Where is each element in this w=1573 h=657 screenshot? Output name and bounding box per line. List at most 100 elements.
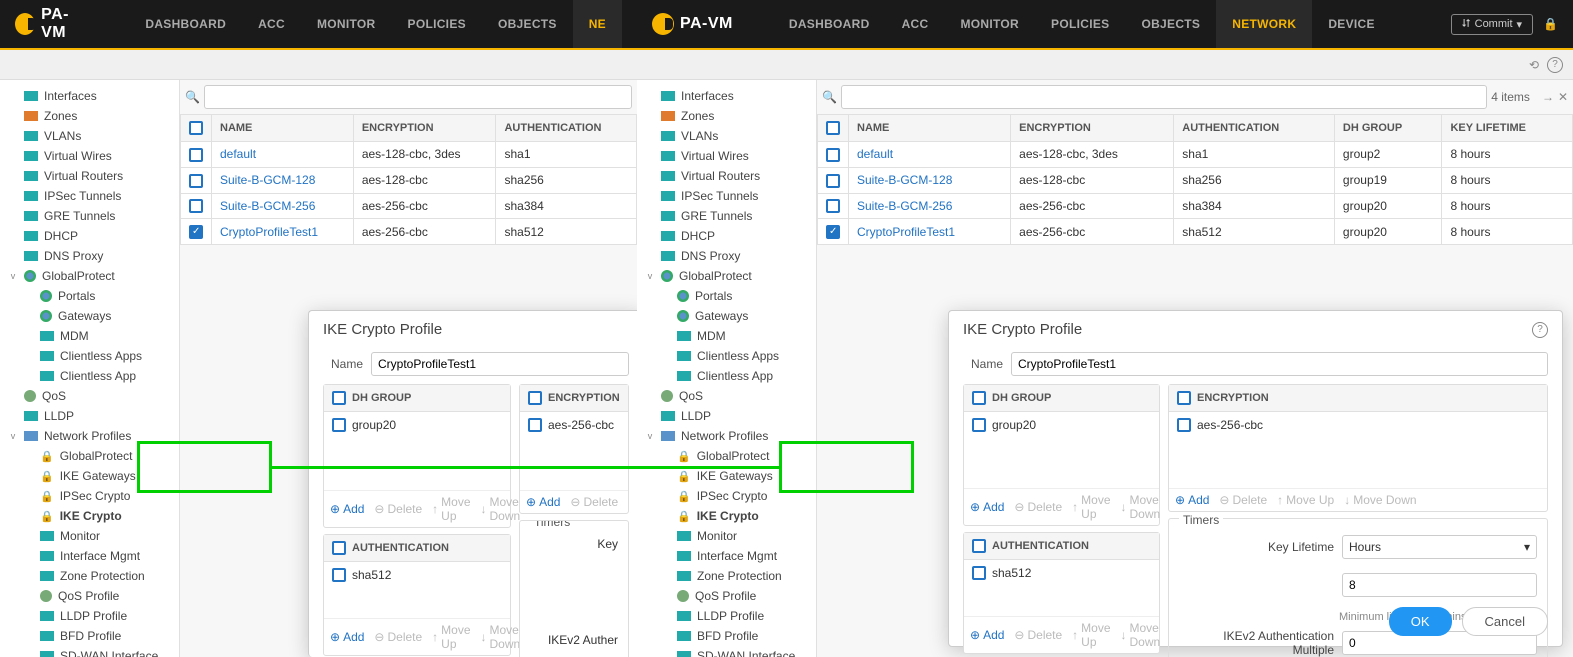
sidebar-item-gateways[interactable]: Gateways [637, 306, 816, 326]
row-checkbox[interactable] [826, 174, 840, 188]
col-header[interactable]: NAME [212, 115, 354, 142]
profile-name-link[interactable]: default [212, 142, 354, 168]
nav-acc[interactable]: ACC [242, 0, 301, 48]
dh-moveup-button[interactable]: ↑ Move Up [1072, 493, 1110, 521]
enc-row-check[interactable] [528, 418, 542, 432]
sidebar-item-interface-mgmt[interactable]: Interface Mgmt [0, 546, 179, 566]
sidebar-item-globalprotect[interactable]: 🔒GlobalProtect [637, 446, 816, 466]
auth-row-check[interactable] [972, 566, 986, 580]
nav-device[interactable]: DEVICE [1312, 0, 1390, 48]
name-input[interactable] [1011, 352, 1548, 376]
help-icon[interactable]: ? [1547, 57, 1563, 73]
search-input[interactable] [841, 85, 1487, 109]
profile-name-link[interactable]: Suite-B-GCM-128 [849, 167, 1011, 193]
sidebar-item-qos[interactable]: QoS [637, 386, 816, 406]
sidebar-item-ipsec-tunnels[interactable]: IPSec Tunnels [0, 186, 179, 206]
sidebar-item-portals[interactable]: Portals [0, 286, 179, 306]
nav-acc[interactable]: ACC [886, 0, 945, 48]
forward-icon[interactable]: → [1542, 90, 1554, 104]
sidebar-item-virtual-wires[interactable]: Virtual Wires [0, 146, 179, 166]
auth-movedown-button[interactable]: ↓ Move Down [1121, 621, 1161, 649]
auth-row-check[interactable] [332, 568, 346, 582]
enc-delete-button[interactable]: ⊖ Delete [1219, 493, 1267, 507]
auth-add-button[interactable]: ⊕ Add [330, 630, 364, 644]
sidebar-item-lldp[interactable]: LLDP [0, 406, 179, 426]
sidebar-item-zones[interactable]: Zones [0, 106, 179, 126]
row-checkbox[interactable] [826, 199, 840, 213]
enc-select-all[interactable] [1177, 391, 1191, 405]
dialog-help-icon[interactable]: ? [1532, 322, 1548, 338]
dh-delete-button[interactable]: ⊖ Delete [374, 502, 422, 516]
sidebar-item-lldp[interactable]: LLDP [637, 406, 816, 426]
table-row[interactable]: Suite-B-GCM-128aes-128-cbcsha256 [181, 167, 637, 193]
col-header[interactable]: ENCRYPTION [353, 115, 496, 142]
nav-monitor[interactable]: MONITOR [301, 0, 392, 48]
nav-objects[interactable]: OBJECTS [482, 0, 573, 48]
col-header[interactable]: ENCRYPTION [1011, 115, 1174, 142]
col-header[interactable]: DH GROUP [1334, 115, 1442, 142]
table-row[interactable]: Suite-B-GCM-256aes-256-cbcsha384group208… [818, 193, 1573, 219]
sidebar-item-gre-tunnels[interactable]: GRE Tunnels [637, 206, 816, 226]
sidebar-item-globalprotect[interactable]: 🔒GlobalProtect [0, 446, 179, 466]
cancel-button[interactable]: Cancel [1462, 607, 1548, 636]
enc-movedown-button[interactable]: ↓ Move Down [1344, 493, 1416, 507]
refresh-icon[interactable]: ⟲ [1529, 58, 1539, 72]
profile-name-link[interactable]: CryptoProfileTest1 [212, 219, 354, 245]
search-icon[interactable]: 🔍 [185, 90, 200, 104]
dh-row-check[interactable] [332, 418, 346, 432]
dh-add-button[interactable]: ⊕ Add [330, 502, 364, 516]
sidebar-item-monitor[interactable]: Monitor [0, 526, 179, 546]
enc-select-all[interactable] [528, 391, 542, 405]
col-header[interactable]: AUTHENTICATION [496, 115, 637, 142]
select-all-checkbox[interactable] [826, 121, 840, 135]
auth-delete-button[interactable]: ⊖ Delete [374, 630, 422, 644]
row-checkbox[interactable] [826, 148, 840, 162]
select-all-checkbox[interactable] [189, 121, 203, 135]
nav-monitor[interactable]: MONITOR [944, 0, 1035, 48]
sidebar-item-portals[interactable]: Portals [637, 286, 816, 306]
sidebar-item-vlans[interactable]: VLANs [0, 126, 179, 146]
commit-button[interactable]: ⮃ Commit ▾ [1451, 14, 1533, 35]
sidebar-item-bfd-profile[interactable]: BFD Profile [637, 626, 816, 646]
sidebar-item-clientless-apps[interactable]: Clientless Apps [637, 346, 816, 366]
sidebar-item-lldp-profile[interactable]: LLDP Profile [637, 606, 816, 626]
profile-name-link[interactable]: CryptoProfileTest1 [849, 219, 1011, 245]
profile-name-link[interactable]: Suite-B-GCM-256 [849, 193, 1011, 219]
name-input[interactable] [371, 352, 629, 376]
sidebar-item-ipsec-tunnels[interactable]: IPSec Tunnels [637, 186, 816, 206]
sidebar-item-network-profiles[interactable]: vNetwork Profiles [637, 426, 816, 446]
auth-select-all[interactable] [332, 541, 346, 555]
sidebar-item-qos-profile[interactable]: QoS Profile [637, 586, 816, 606]
auth-select-all[interactable] [972, 539, 986, 553]
sidebar-item-clientless-apps[interactable]: Clientless Apps [0, 346, 179, 366]
sidebar-item-gre-tunnels[interactable]: GRE Tunnels [0, 206, 179, 226]
sidebar-item-qos[interactable]: QoS [0, 386, 179, 406]
dh-moveup-button[interactable]: ↑ Move Up [432, 495, 470, 523]
sidebar-item-interface-mgmt[interactable]: Interface Mgmt [637, 546, 816, 566]
auth-moveup-button[interactable]: ↑ Move Up [432, 623, 470, 651]
dh-add-button[interactable]: ⊕ Add [970, 500, 1004, 514]
nav-objects[interactable]: OBJECTS [1125, 0, 1216, 48]
sidebar-item-network-profiles[interactable]: vNetwork Profiles [0, 426, 179, 446]
nav-policies[interactable]: POLICIES [392, 0, 482, 48]
key-lifetime-value-input[interactable] [1342, 573, 1537, 597]
auth-movedown-button[interactable]: ↓ Move Down [481, 623, 521, 651]
auth-delete-button[interactable]: ⊖ Delete [1014, 628, 1062, 642]
sidebar-item-lldp-profile[interactable]: LLDP Profile [0, 606, 179, 626]
sidebar-item-ike-crypto[interactable]: 🔒IKE Crypto [0, 506, 179, 526]
sidebar-item-sd-wan-interface[interactable]: SD-WAN Interface [637, 646, 816, 657]
nav-dashboard[interactable]: DASHBOARD [129, 0, 242, 48]
sidebar-item-ike-gateways[interactable]: 🔒IKE Gateways [637, 466, 816, 486]
table-row[interactable]: Suite-B-GCM-256aes-256-cbcsha384 [181, 193, 637, 219]
row-checkbox[interactable] [189, 148, 203, 162]
sidebar-item-ike-crypto[interactable]: 🔒IKE Crypto [637, 506, 816, 526]
sidebar-item-virtual-wires[interactable]: Virtual Wires [637, 146, 816, 166]
col-header[interactable]: AUTHENTICATION [1174, 115, 1335, 142]
row-checkbox[interactable] [189, 174, 203, 188]
dh-movedown-button[interactable]: ↓ Move Down [1121, 493, 1161, 521]
close-icon[interactable]: ✕ [1558, 90, 1568, 104]
table-row[interactable]: defaultaes-128-cbc, 3dessha1group28 hour… [818, 142, 1573, 168]
table-row[interactable]: Suite-B-GCM-128aes-128-cbcsha256group198… [818, 167, 1573, 193]
nav-network[interactable]: NETWORK [1216, 0, 1312, 48]
nav-policies[interactable]: POLICIES [1035, 0, 1125, 48]
